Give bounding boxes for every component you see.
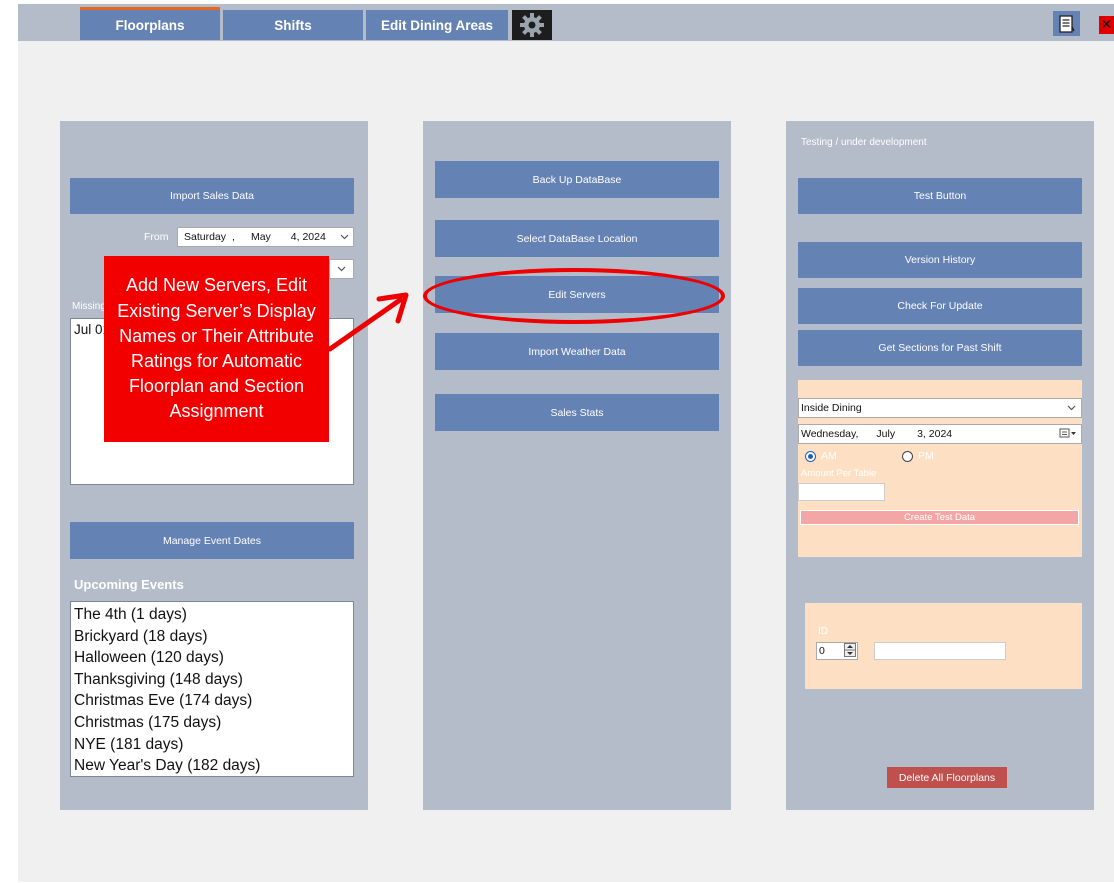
from-day-year: 4, 2024 <box>290 231 326 243</box>
tab-edit-dining-areas[interactable]: Edit Dining Areas <box>366 10 508 40</box>
select-database-location-button[interactable]: Select DataBase Location <box>435 220 719 257</box>
from-sep: , <box>232 231 235 243</box>
test-weekday: Wednesday, <box>801 428 859 440</box>
calendar-icon[interactable] <box>1059 428 1077 441</box>
list-item: Halloween (120 days) <box>74 649 224 667</box>
test-month: July <box>876 428 896 440</box>
version-history-button[interactable]: Version History <box>798 242 1082 278</box>
sales-stats-button[interactable]: Sales Stats <box>435 394 719 431</box>
id-label: ID <box>818 626 828 637</box>
missing-label: Missing <box>72 301 106 312</box>
upcoming-events-title: Upcoming Events <box>74 577 184 592</box>
annotation-highlight-ring <box>423 268 725 324</box>
from-weekday: Saturday <box>184 231 227 243</box>
chevron-down-icon <box>340 231 349 243</box>
test-button[interactable]: Test Button <box>798 178 1082 214</box>
testing-label: Testing / under development <box>801 137 927 148</box>
list-item: Christmas Eve (174 days) <box>74 692 253 710</box>
test-day-year: 3, 2024 <box>917 428 953 440</box>
gear-icon[interactable] <box>512 10 552 40</box>
list-item: Brickyard (18 days) <box>74 627 208 645</box>
chevron-down-icon <box>337 266 346 272</box>
chevron-down-icon <box>1067 402 1076 414</box>
manage-event-dates-button[interactable]: Manage Event Dates <box>70 522 354 559</box>
from-label: From <box>144 231 169 243</box>
pm-radio[interactable] <box>902 451 913 462</box>
import-sales-data-button[interactable]: Import Sales Data <box>70 178 354 214</box>
list-item: Christmas (175 days) <box>74 713 222 731</box>
from-month: May <box>250 231 271 243</box>
from-date-picker[interactable]: Saturday , May 4, 2024 <box>177 227 354 247</box>
check-for-update-button[interactable]: Check For Update <box>798 288 1082 324</box>
get-sections-button[interactable]: Get Sections for Past Shift <box>798 330 1082 366</box>
list-item: The 4th (1 days) <box>74 606 187 623</box>
stepper-arrows-icon[interactable] <box>844 642 856 660</box>
close-icon[interactable]: ✕ <box>1099 16 1114 34</box>
list-item: New Year's Day (182 days) <box>74 757 261 775</box>
id-name-input[interactable] <box>874 642 1006 660</box>
callout-text: Add New Servers, Edit Existing Server’s … <box>117 275 316 422</box>
upcoming-events-list[interactable]: The 4th (1 days) Brickyard (18 days) Hal… <box>70 601 354 777</box>
dining-area-select[interactable]: Inside Dining <box>798 398 1082 418</box>
list-item: NYE (181 days) <box>74 735 184 753</box>
tab-floorplans[interactable]: Floorplans <box>80 7 220 40</box>
import-weather-data-button[interactable]: Import Weather Data <box>435 333 719 370</box>
pm-label: PM <box>918 450 934 462</box>
id-stepper[interactable]: 0 <box>816 642 858 660</box>
list-item: Thanksgiving (148 days) <box>74 670 243 688</box>
notes-icon[interactable] <box>1053 11 1080 36</box>
am-radio[interactable] <box>805 451 816 462</box>
id-value: 0 <box>819 645 825 657</box>
test-date-picker[interactable]: Wednesday, July 3, 2024 <box>798 424 1082 444</box>
annotation-callout: Add New Servers, Edit Existing Server’s … <box>104 256 329 442</box>
back-up-database-button[interactable]: Back Up DataBase <box>435 161 719 198</box>
dining-area-value: Inside Dining <box>801 402 862 414</box>
annotation-arrow-icon <box>327 292 409 352</box>
radio-dot <box>808 454 813 459</box>
amount-per-table-input[interactable] <box>798 483 885 501</box>
to-date-picker[interactable] <box>329 259 354 279</box>
delete-all-floorplans-button[interactable]: Delete All Floorplans <box>887 767 1007 788</box>
create-test-data-button[interactable]: Create Test Data <box>800 510 1079 525</box>
am-label: AM <box>821 450 837 462</box>
amount-label: Amount Per Table <box>801 468 877 479</box>
tab-shifts[interactable]: Shifts <box>223 10 363 40</box>
